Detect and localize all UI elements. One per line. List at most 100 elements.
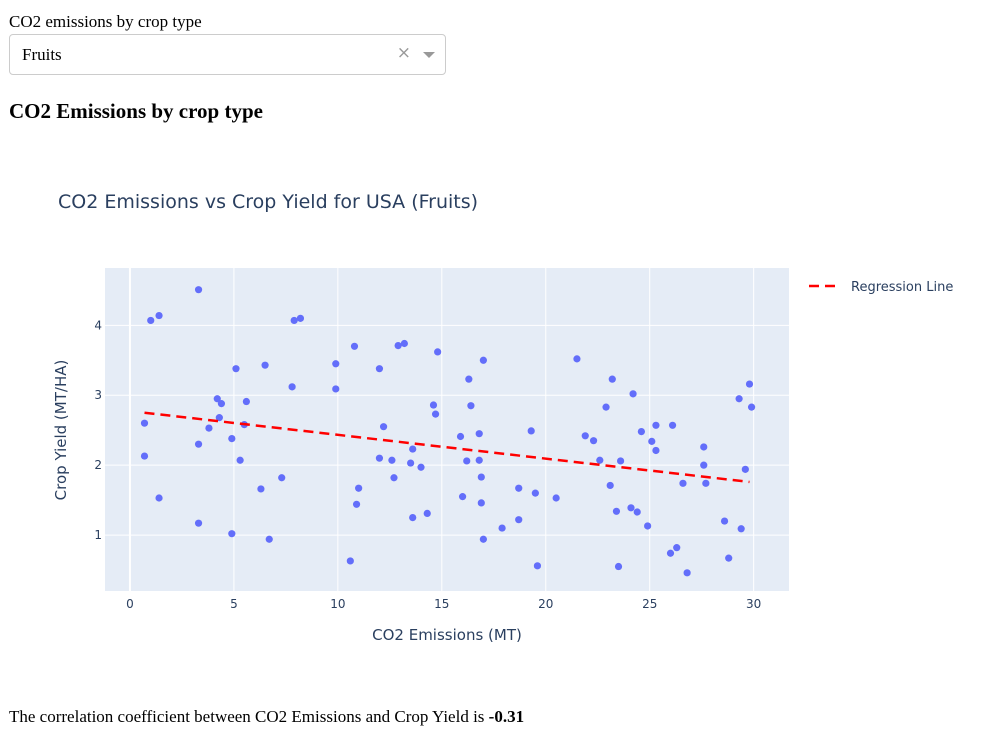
data-point xyxy=(737,525,745,533)
data-point xyxy=(589,437,598,445)
data-point xyxy=(456,432,465,441)
data-point xyxy=(147,316,155,325)
x-tick-label: 30 xyxy=(746,597,761,611)
data-point xyxy=(627,504,635,512)
data-point xyxy=(747,403,756,411)
x-tick-label: 20 xyxy=(538,597,553,611)
data-point xyxy=(652,446,660,455)
data-point xyxy=(394,342,402,350)
page-heading: CO2 Emissions by crop type xyxy=(9,99,263,123)
data-point xyxy=(465,375,473,383)
dropdown-label: CO2 emissions by crop type xyxy=(9,12,202,31)
y-tick-labels: 1 2 3 4 xyxy=(94,318,102,542)
data-point xyxy=(531,489,539,497)
data-point xyxy=(407,459,415,467)
y-tick-label: 4 xyxy=(94,318,102,332)
data-point xyxy=(616,457,625,465)
legend[interactable]: Regression Line xyxy=(809,280,953,295)
data-point xyxy=(409,445,417,453)
data-point xyxy=(434,348,442,356)
data-point xyxy=(217,400,226,408)
data-point xyxy=(606,481,614,490)
x-tick-label: 0 xyxy=(126,597,134,611)
data-point xyxy=(417,463,425,471)
data-point xyxy=(629,390,637,398)
data-point xyxy=(596,456,604,464)
data-point xyxy=(475,430,483,438)
data-point xyxy=(236,456,244,464)
data-point xyxy=(431,410,440,418)
data-point xyxy=(637,427,645,436)
data-point xyxy=(379,423,388,431)
data-point xyxy=(194,440,203,448)
data-point xyxy=(668,421,677,429)
data-point xyxy=(155,494,163,502)
x-axis-label: CO2 Emissions (MT) xyxy=(372,626,522,644)
data-point xyxy=(477,499,485,507)
clear-icon[interactable]: × xyxy=(397,43,411,63)
data-point xyxy=(388,456,396,464)
data-point xyxy=(194,286,203,294)
data-point xyxy=(515,516,523,524)
data-point xyxy=(527,427,535,435)
data-point xyxy=(332,385,340,393)
data-point xyxy=(679,479,687,487)
correlation-value: -0.31 xyxy=(488,707,525,726)
crop-type-dropdown[interactable]: Fruits × xyxy=(9,34,446,75)
data-point xyxy=(533,562,542,570)
data-point xyxy=(429,401,438,409)
data-point xyxy=(479,356,487,364)
data-point xyxy=(652,421,660,429)
x-tick-label: 10 xyxy=(330,597,345,611)
data-point xyxy=(573,355,581,363)
data-point xyxy=(228,530,236,538)
data-point xyxy=(498,524,506,532)
data-point xyxy=(375,454,384,462)
y-axis-label: Crop Yield (MT/HA) xyxy=(52,360,70,501)
data-point xyxy=(458,493,467,501)
data-point xyxy=(735,395,743,403)
data-point xyxy=(261,361,269,369)
data-point xyxy=(725,554,733,562)
data-point xyxy=(257,485,265,493)
data-point xyxy=(355,484,363,492)
data-point xyxy=(720,517,729,525)
data-point xyxy=(290,316,298,325)
data-point xyxy=(700,443,708,451)
y-tick-label: 3 xyxy=(94,388,102,402)
y-tick-label: 1 xyxy=(94,528,102,542)
legend-regression-label: Regression Line xyxy=(851,280,953,295)
chart-title: CO2 Emissions vs Crop Yield for USA (Fru… xyxy=(58,191,478,213)
data-point xyxy=(602,403,610,411)
data-point xyxy=(700,461,708,469)
x-tick-label: 5 xyxy=(230,597,238,611)
data-point xyxy=(346,557,354,565)
data-point xyxy=(332,360,340,368)
data-point xyxy=(140,452,149,460)
data-point xyxy=(228,434,236,443)
scatter-chart[interactable]: CO2 Emissions vs Crop Yield for USA (Fru… xyxy=(0,170,981,660)
correlation-prefix: The correlation coefficient between CO2 … xyxy=(9,707,489,726)
data-point xyxy=(390,474,398,482)
data-point xyxy=(644,522,652,530)
data-point xyxy=(232,365,240,373)
data-point xyxy=(278,474,286,482)
correlation-text: The correlation coefficient between CO2 … xyxy=(9,707,524,727)
data-point xyxy=(423,509,431,517)
data-point xyxy=(140,419,149,427)
x-tick-label: 15 xyxy=(434,597,449,611)
data-point xyxy=(648,437,656,445)
x-tick-label: 25 xyxy=(642,597,657,611)
dropdown-selected-value: Fruits xyxy=(22,45,62,64)
data-point xyxy=(288,383,296,391)
data-point xyxy=(350,342,359,350)
y-tick-label: 2 xyxy=(94,458,102,472)
data-point xyxy=(194,519,203,527)
data-point xyxy=(463,457,471,465)
data-point xyxy=(375,365,384,373)
data-point xyxy=(409,513,417,522)
data-point xyxy=(205,424,213,432)
data-point xyxy=(702,479,710,487)
x-tick-labels: 0 5 10 15 20 25 30 xyxy=(126,597,761,611)
chevron-down-icon[interactable] xyxy=(423,52,435,58)
